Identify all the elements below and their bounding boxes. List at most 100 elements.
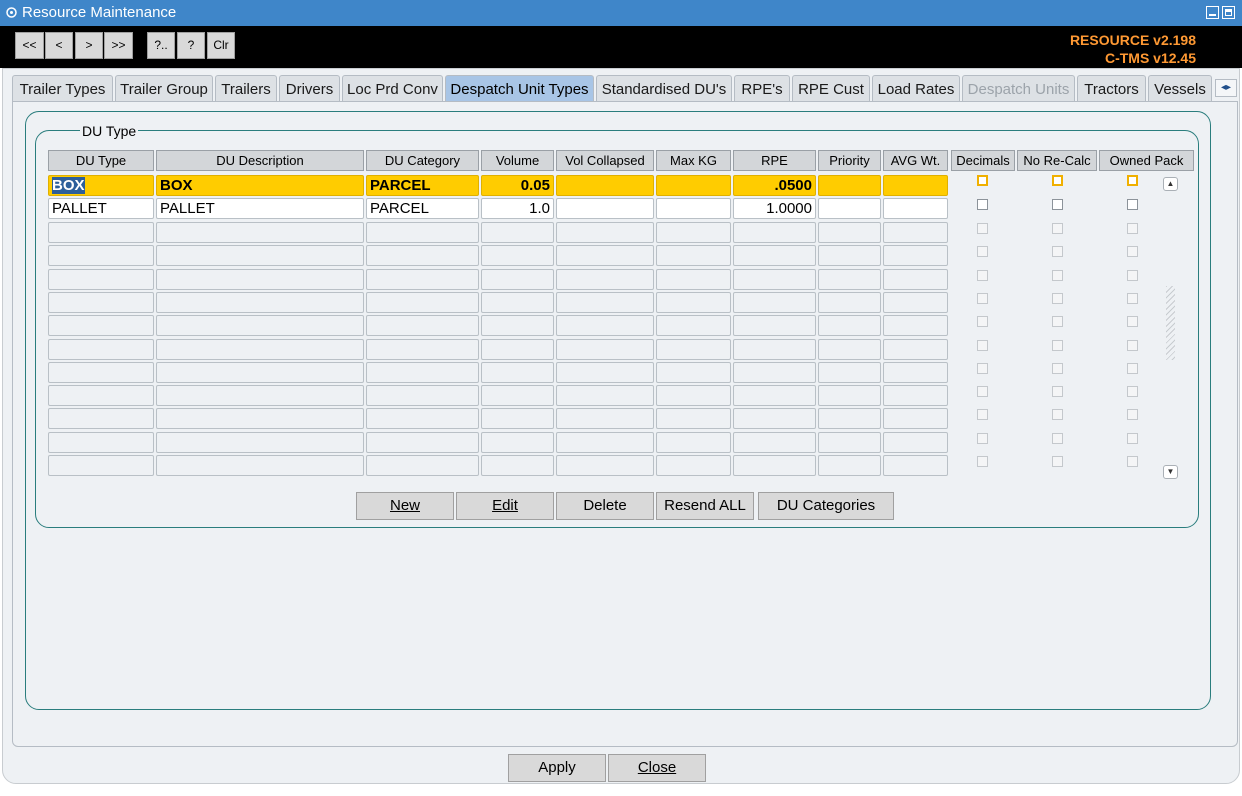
table-row-empty-cell[interactable] (883, 385, 948, 406)
no-recalc-checkbox[interactable] (1052, 293, 1063, 304)
table-row-empty-cell[interactable] (556, 408, 654, 429)
table-row-empty-cell[interactable] (818, 455, 881, 476)
table-row-cell-vol-collapsed[interactable] (556, 175, 654, 196)
table-row-empty-cell[interactable] (818, 222, 881, 243)
table-row-empty-cell[interactable] (481, 362, 554, 383)
table-row-cell-du-category[interactable]: PARCEL (366, 175, 479, 196)
table-row-empty-cell[interactable] (481, 245, 554, 266)
first-record-button[interactable]: << (15, 32, 44, 59)
edit-button[interactable]: Edit (456, 492, 554, 520)
table-row-empty-cell[interactable] (481, 222, 554, 243)
decimals-checkbox[interactable] (977, 409, 988, 420)
table-row-empty-cell[interactable] (48, 315, 154, 336)
table-row-cell-vol-collapsed[interactable] (556, 198, 654, 219)
table-row-cell-rpe[interactable]: 1.0000 (733, 198, 816, 219)
owned-pack-checkbox[interactable] (1127, 199, 1138, 210)
resend-all-button[interactable]: Resend ALL (656, 492, 754, 520)
table-row-empty-cell[interactable] (733, 245, 816, 266)
table-row-empty-cell[interactable] (818, 385, 881, 406)
col-owned-pack[interactable]: Owned Pack (1099, 150, 1194, 171)
table-row-empty-cell[interactable] (656, 455, 731, 476)
table-row-cell-volume[interactable]: 1.0 (481, 198, 554, 219)
table-row-empty-cell[interactable] (733, 315, 816, 336)
table-row-empty-cell[interactable] (733, 362, 816, 383)
tab-trailer-group[interactable]: Trailer Group (115, 75, 213, 102)
owned-pack-checkbox[interactable] (1127, 363, 1138, 374)
no-recalc-checkbox[interactable] (1052, 433, 1063, 444)
table-row-cell-du-category[interactable]: PARCEL (366, 198, 479, 219)
table-row-empty-cell[interactable] (818, 269, 881, 290)
tab-loc-prd-conv[interactable]: Loc Prd Conv (342, 75, 443, 102)
table-row-empty-cell[interactable] (366, 222, 479, 243)
table-row-empty-cell[interactable] (156, 455, 364, 476)
decimals-checkbox[interactable] (977, 433, 988, 444)
col-rpe[interactable]: RPE (733, 150, 816, 171)
table-row-empty-cell[interactable] (556, 385, 654, 406)
decimals-checkbox[interactable] (977, 340, 988, 351)
table-row-empty-cell[interactable] (818, 292, 881, 313)
clear-button[interactable]: Clr (207, 32, 235, 59)
no-recalc-checkbox[interactable] (1052, 456, 1063, 467)
no-recalc-checkbox[interactable] (1052, 409, 1063, 420)
table-row-empty-cell[interactable] (656, 432, 731, 453)
table-row-empty-cell[interactable] (156, 385, 364, 406)
no-recalc-checkbox[interactable] (1052, 175, 1063, 186)
table-row-empty-cell[interactable] (481, 269, 554, 290)
table-row-empty-cell[interactable] (481, 292, 554, 313)
table-row-empty-cell[interactable] (883, 269, 948, 290)
table-row-empty-cell[interactable] (366, 408, 479, 429)
tab-rpe-cust[interactable]: RPE Cust (792, 75, 870, 102)
col-vol-collapsed[interactable]: Vol Collapsed (556, 150, 654, 171)
help-button[interactable]: ? (177, 32, 205, 59)
close-button[interactable]: Close (608, 754, 706, 782)
query-button[interactable]: ?.. (147, 32, 175, 59)
scroll-thumb[interactable] (1166, 286, 1175, 360)
table-row-empty-cell[interactable] (883, 362, 948, 383)
table-row-empty-cell[interactable] (656, 339, 731, 360)
tab-scroll-arrows-icon[interactable]: ◂▸ (1215, 79, 1237, 97)
table-row-empty-cell[interactable] (818, 339, 881, 360)
scroll-down-icon[interactable]: ▼ (1163, 465, 1178, 479)
table-row-empty-cell[interactable] (883, 222, 948, 243)
table-row-empty-cell[interactable] (48, 339, 154, 360)
col-volume[interactable]: Volume (481, 150, 554, 171)
no-recalc-checkbox[interactable] (1052, 199, 1063, 210)
table-row-cell-avg-wt[interactable] (883, 198, 948, 219)
table-row-empty-cell[interactable] (818, 432, 881, 453)
table-row-empty-cell[interactable] (366, 455, 479, 476)
table-row-empty-cell[interactable] (156, 292, 364, 313)
table-row-empty-cell[interactable] (556, 245, 654, 266)
table-row-empty-cell[interactable] (733, 385, 816, 406)
table-row-empty-cell[interactable] (481, 315, 554, 336)
tab-despatch-unit-types[interactable]: Despatch Unit Types (445, 75, 594, 102)
table-row-empty-cell[interactable] (883, 339, 948, 360)
table-row-empty-cell[interactable] (656, 408, 731, 429)
table-row-empty-cell[interactable] (733, 222, 816, 243)
next-record-button[interactable]: > (75, 32, 103, 59)
new-button[interactable]: New (356, 492, 454, 520)
table-row-empty-cell[interactable] (556, 222, 654, 243)
table-row-empty-cell[interactable] (656, 385, 731, 406)
col-avg-wt[interactable]: AVG Wt. (883, 150, 948, 171)
owned-pack-checkbox[interactable] (1127, 409, 1138, 420)
table-row-empty-cell[interactable] (733, 432, 816, 453)
table-row-empty-cell[interactable] (656, 245, 731, 266)
table-row-cell-du-type[interactable]: PALLET (48, 198, 154, 219)
table-row-empty-cell[interactable] (48, 269, 154, 290)
table-row-empty-cell[interactable] (556, 432, 654, 453)
no-recalc-checkbox[interactable] (1052, 340, 1063, 351)
table-row-empty-cell[interactable] (818, 315, 881, 336)
table-row-empty-cell[interactable] (366, 245, 479, 266)
table-row-empty-cell[interactable] (733, 455, 816, 476)
table-row-empty-cell[interactable] (883, 432, 948, 453)
table-row-empty-cell[interactable] (48, 385, 154, 406)
delete-button[interactable]: Delete (556, 492, 654, 520)
owned-pack-checkbox[interactable] (1127, 386, 1138, 397)
col-no-recalc[interactable]: No Re-Calc (1017, 150, 1097, 171)
table-row-empty-cell[interactable] (656, 269, 731, 290)
decimals-checkbox[interactable] (977, 456, 988, 467)
maximize-icon[interactable] (1222, 6, 1235, 19)
table-row-empty-cell[interactable] (733, 269, 816, 290)
decimals-checkbox[interactable] (977, 386, 988, 397)
tab-rpes[interactable]: RPE's (734, 75, 790, 102)
